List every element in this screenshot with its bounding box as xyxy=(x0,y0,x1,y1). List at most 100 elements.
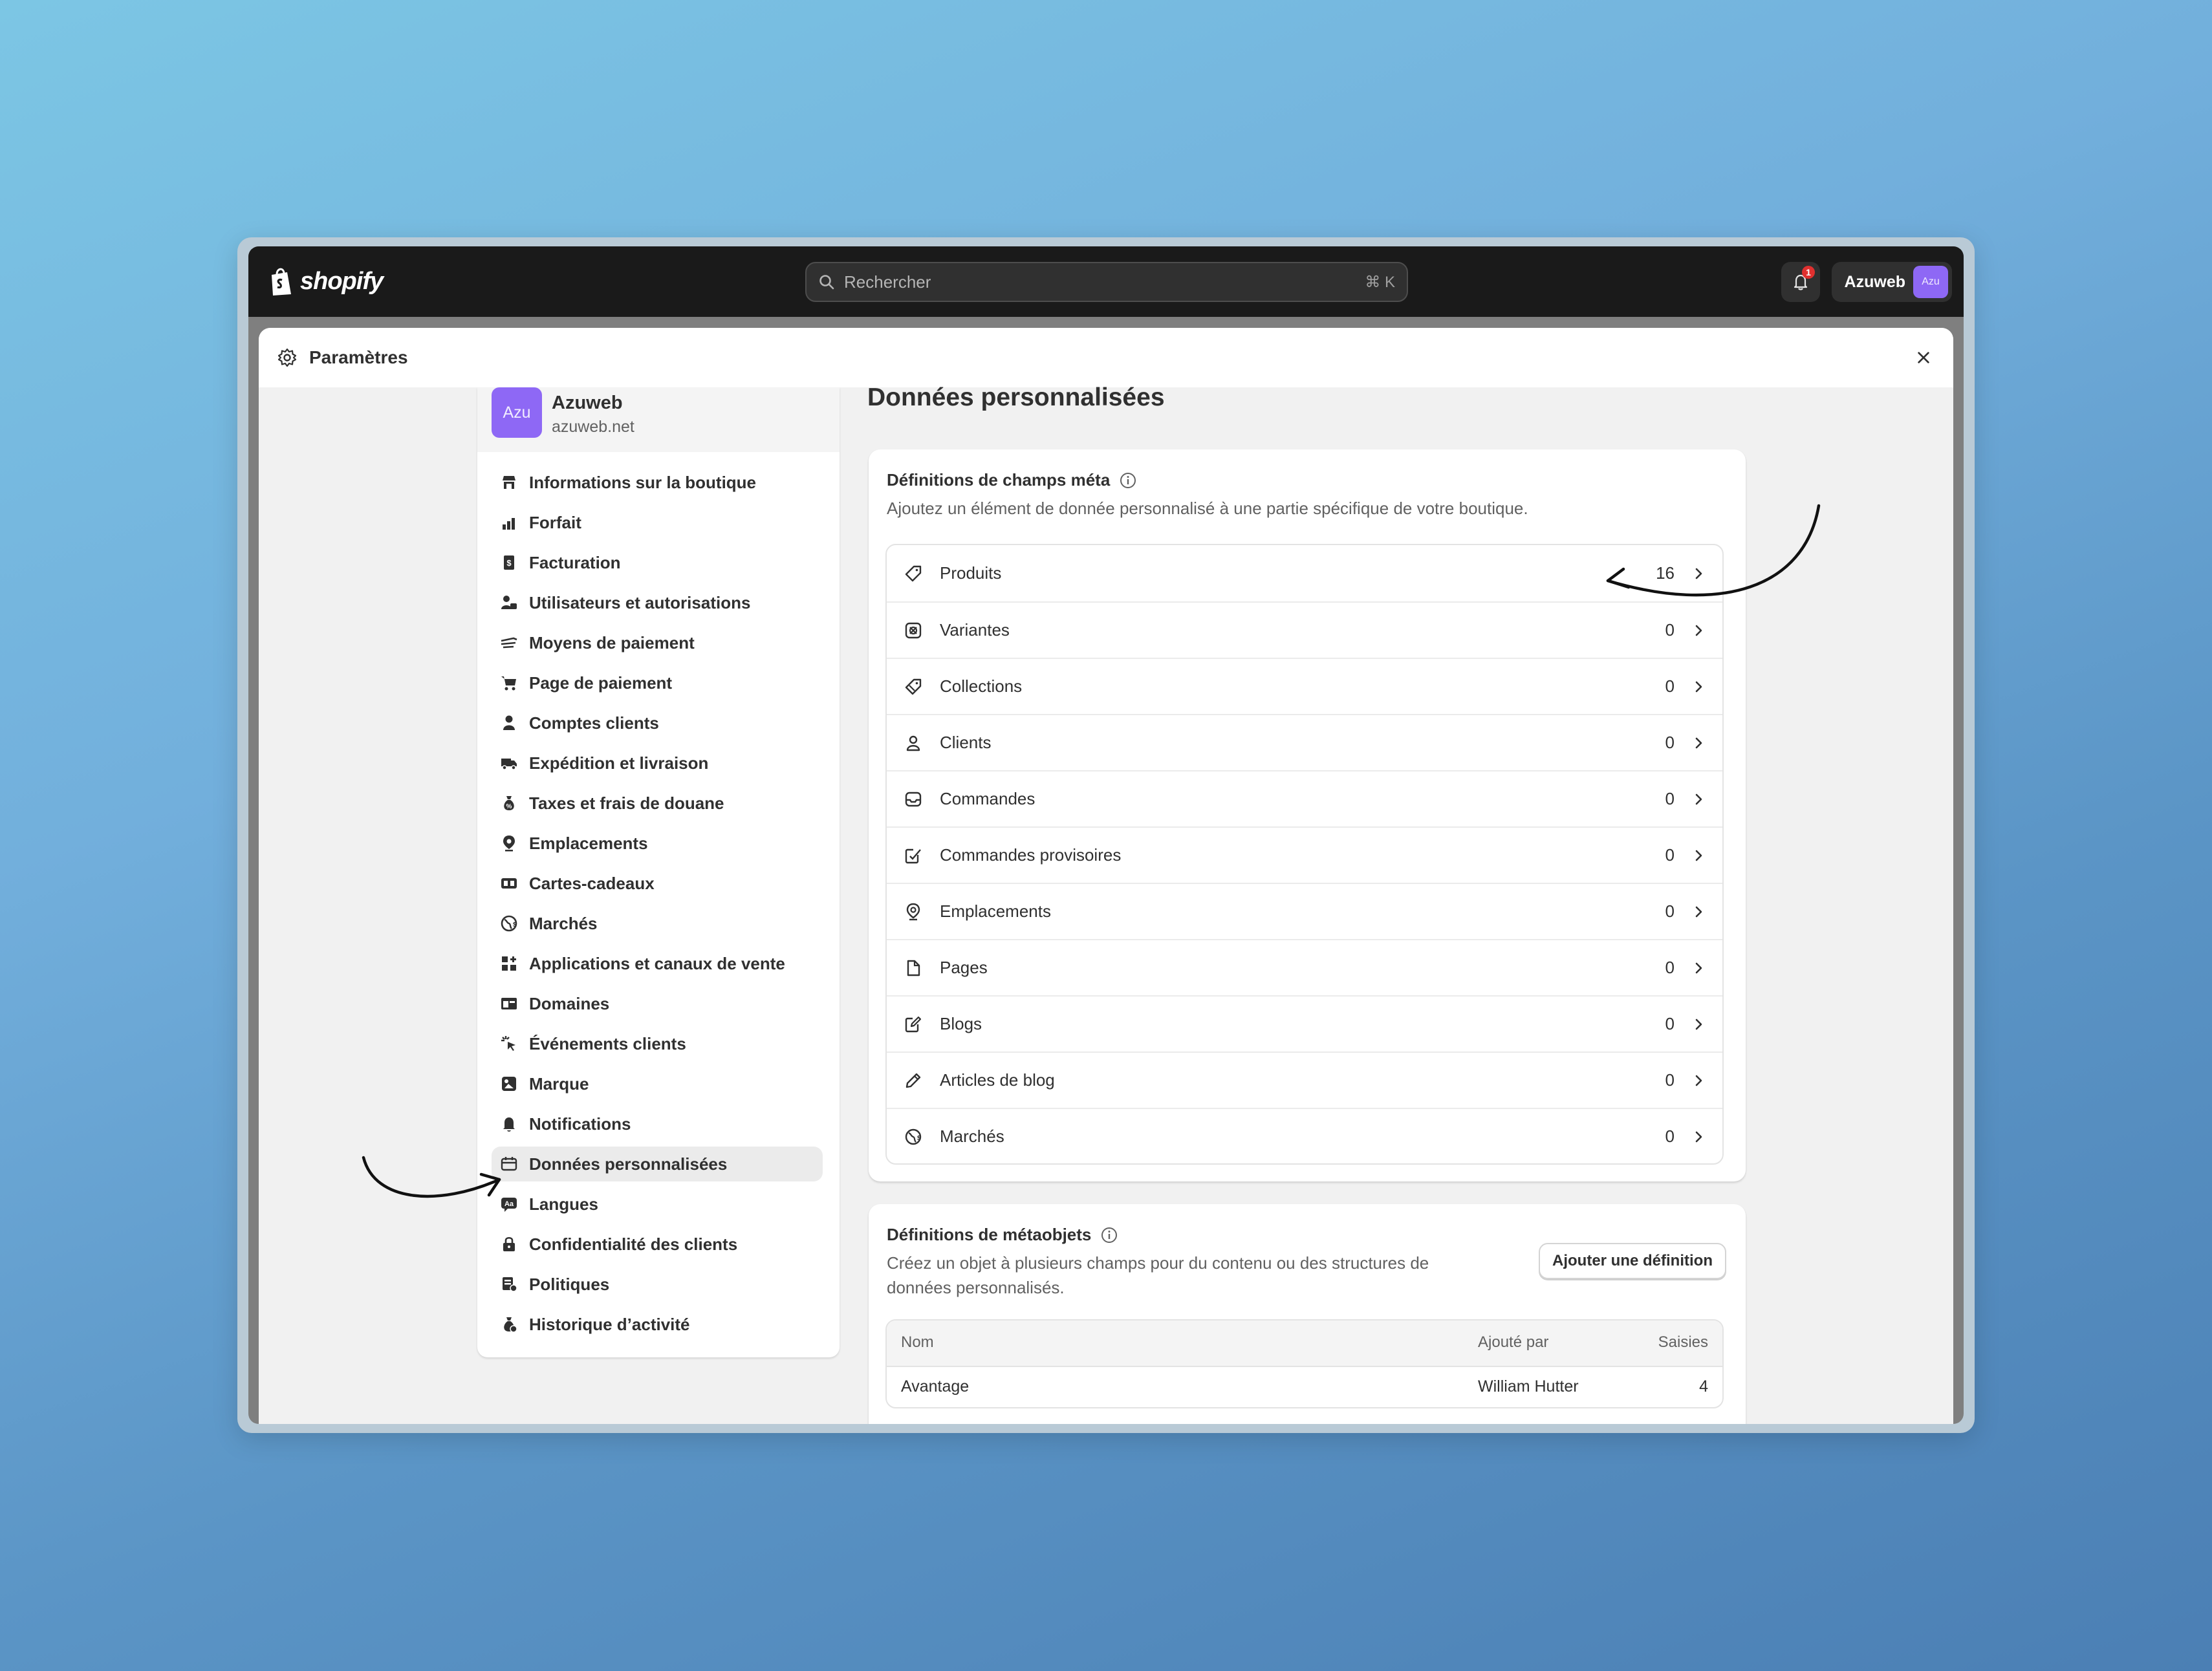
shopify-logo[interactable]: shopify xyxy=(268,263,384,299)
chevron-right-icon xyxy=(1695,625,1702,636)
search-input[interactable]: Rechercher ⌘ K xyxy=(805,262,1408,302)
notification-badge: 1 xyxy=(1802,266,1815,279)
info-icon[interactable] xyxy=(1100,1226,1118,1244)
sidebar-item-label: Langues xyxy=(529,1194,598,1214)
metaobjects-table: Nom Ajouté par Saisies Avantage William … xyxy=(885,1319,1724,1408)
table-cell-entries: 4 xyxy=(1699,1377,1708,1396)
metaobjects-description-line2: données personnalisés. xyxy=(887,1278,1065,1297)
sidebar-item-policies[interactable]: Politiques xyxy=(492,1267,823,1302)
sidebar-item-billing[interactable]: $ Facturation xyxy=(492,545,823,580)
screenshot-frame: shopify Rechercher ⌘ K 1 Azuweb Azu Para… xyxy=(237,237,1975,1433)
variant-icon xyxy=(905,622,922,638)
globe-icon: $ xyxy=(501,915,517,932)
store-domain: azuweb.net xyxy=(552,418,634,436)
table-cell-name[interactable]: Avantage xyxy=(901,1377,969,1396)
list-item-label: Commandes xyxy=(940,789,1036,808)
sidebar-item-customer-events[interactable]: Événements clients xyxy=(492,1026,823,1061)
list-item-label: Pages xyxy=(940,958,988,977)
sidebar-item-label: Facturation xyxy=(529,552,621,572)
column-header-name[interactable]: Nom xyxy=(901,1333,934,1352)
list-item-collections[interactable]: Collections 0 xyxy=(887,658,1722,714)
list-item-emplacements[interactable]: Emplacements 0 xyxy=(887,883,1722,939)
notifications-button[interactable]: 1 xyxy=(1781,262,1820,302)
sidebar-item-activity-log[interactable]: Historique d’activité xyxy=(492,1307,823,1342)
sidebar-item-gift-cards[interactable]: Cartes-cadeaux xyxy=(492,866,823,901)
sidebar-item-label: Emplacements xyxy=(529,833,648,853)
sidebar-item-label: Données personnalisées xyxy=(529,1154,728,1174)
top-bar: shopify Rechercher ⌘ K 1 Azuweb Azu xyxy=(248,246,1964,317)
sidebar-item-label: Moyens de paiement xyxy=(529,632,695,652)
list-item-commandes-provisoires[interactable]: Commandes provisoires 0 xyxy=(887,826,1722,883)
sidebar-item-payments[interactable]: Moyens de paiement xyxy=(492,625,823,660)
metafields-description: Ajoutez un élément de donnée personnalis… xyxy=(887,499,1528,518)
settings-modal: Paramètres Azu Azuweb azuweb.net Informa… xyxy=(259,328,1953,1424)
sidebar-item-markets[interactable]: $ Marchés xyxy=(492,906,823,941)
brand-icon xyxy=(502,1077,516,1091)
cursor-click-icon xyxy=(501,1036,515,1051)
cart-icon xyxy=(501,676,516,691)
payments-icon xyxy=(501,637,517,649)
metaobjects-description-line1: Créez un objet à plusieurs champs pour d… xyxy=(887,1253,1429,1273)
store-icon xyxy=(503,476,515,489)
list-item-label: Variantes xyxy=(940,620,1010,640)
sidebar-item-users[interactable]: Utilisateurs et autorisations xyxy=(492,585,823,620)
sidebar-item-locations[interactable]: Emplacements xyxy=(492,826,823,861)
sidebar-item-label: Marchés xyxy=(529,913,598,933)
list-item-count: 0 xyxy=(1665,789,1675,808)
sidebar-item-label: Marque xyxy=(529,1073,589,1094)
location-icon xyxy=(906,903,920,920)
list-item-blogs[interactable]: Blogs 0 xyxy=(887,995,1722,1051)
list-item-articles-de-blog[interactable]: Articles de blog 0 xyxy=(887,1051,1722,1108)
search-icon xyxy=(819,275,834,290)
globe-icon: $ xyxy=(905,1128,922,1145)
truck-icon xyxy=(501,759,517,770)
search-placeholder: Rechercher xyxy=(844,272,931,292)
bell-icon xyxy=(503,1117,515,1132)
sidebar-item-domains[interactable]: Domaines xyxy=(492,986,823,1021)
sidebar-item-custom-data[interactable]: Données personnalisées xyxy=(492,1147,823,1181)
list-item-count: 0 xyxy=(1665,676,1675,696)
column-header-added-by[interactable]: Ajouté par xyxy=(1478,1333,1548,1352)
chevron-right-icon xyxy=(1695,1019,1702,1030)
domain-icon xyxy=(501,998,517,1009)
metaobjects-description: Créez un objet à plusieurs champs pour d… xyxy=(887,1251,1429,1300)
list-item-label: Clients xyxy=(940,733,992,752)
person-icon xyxy=(906,735,920,751)
money-bag-icon: % xyxy=(504,796,514,810)
list-item-count: 0 xyxy=(1665,733,1675,752)
sidebar-item-customer-accounts[interactable]: Comptes clients xyxy=(492,706,823,740)
info-icon[interactable] xyxy=(1119,471,1137,490)
list-item-pages[interactable]: Pages 0 xyxy=(887,939,1722,995)
list-item-count: 0 xyxy=(1665,901,1675,921)
list-item-marches[interactable]: $ Marchés 0 xyxy=(887,1108,1722,1163)
list-item-label: Emplacements xyxy=(940,901,1051,921)
sidebar-item-shipping[interactable]: Expédition et livraison xyxy=(492,746,823,781)
sidebar-item-notifications[interactable]: Notifications xyxy=(492,1106,823,1141)
list-item-label: Commandes provisoires xyxy=(940,845,1122,865)
store-header[interactable]: Azu Azuweb azuweb.net xyxy=(477,387,840,452)
sidebar-item-privacy[interactable]: Confidentialité des clients xyxy=(492,1227,823,1262)
svg-text:$: $ xyxy=(917,1135,921,1142)
sidebar-item-checkout[interactable]: Page de paiement xyxy=(492,665,823,700)
add-definition-button[interactable]: Ajouter une définition xyxy=(1539,1243,1726,1279)
sidebar-item-brand[interactable]: Marque xyxy=(492,1066,823,1101)
list-item-commandes[interactable]: Commandes 0 xyxy=(887,770,1722,826)
list-item-label: Articles de blog xyxy=(940,1070,1055,1090)
sidebar-item-plan[interactable]: Forfait xyxy=(492,505,823,540)
sidebar-item-label: Forfait xyxy=(529,512,581,532)
page-title: Données personnalisées xyxy=(867,383,1165,411)
chevron-right-icon xyxy=(1695,1075,1702,1086)
account-menu-button[interactable]: Azuweb Azu xyxy=(1832,262,1952,302)
sidebar-item-store-details[interactable]: Informations sur la boutique xyxy=(492,465,823,500)
search-shortcut: ⌘ K xyxy=(1365,273,1395,291)
sidebar-item-taxes[interactable]: % Taxes et frais de douane xyxy=(492,786,823,821)
close-button[interactable] xyxy=(1912,346,1935,369)
modal-title: Paramètres xyxy=(309,347,408,367)
column-header-entries[interactable]: Saisies xyxy=(1658,1333,1708,1352)
table-header: Nom Ajouté par Saisies xyxy=(887,1321,1722,1367)
sidebar-item-label: Applications et canaux de vente xyxy=(529,953,785,973)
sidebar-item-apps[interactable]: Applications et canaux de vente xyxy=(492,946,823,981)
sidebar-item-languages[interactable]: Aa Langues xyxy=(492,1187,823,1222)
sidebar-item-label: Historique d’activité xyxy=(529,1314,690,1334)
list-item-clients[interactable]: Clients 0 xyxy=(887,714,1722,770)
